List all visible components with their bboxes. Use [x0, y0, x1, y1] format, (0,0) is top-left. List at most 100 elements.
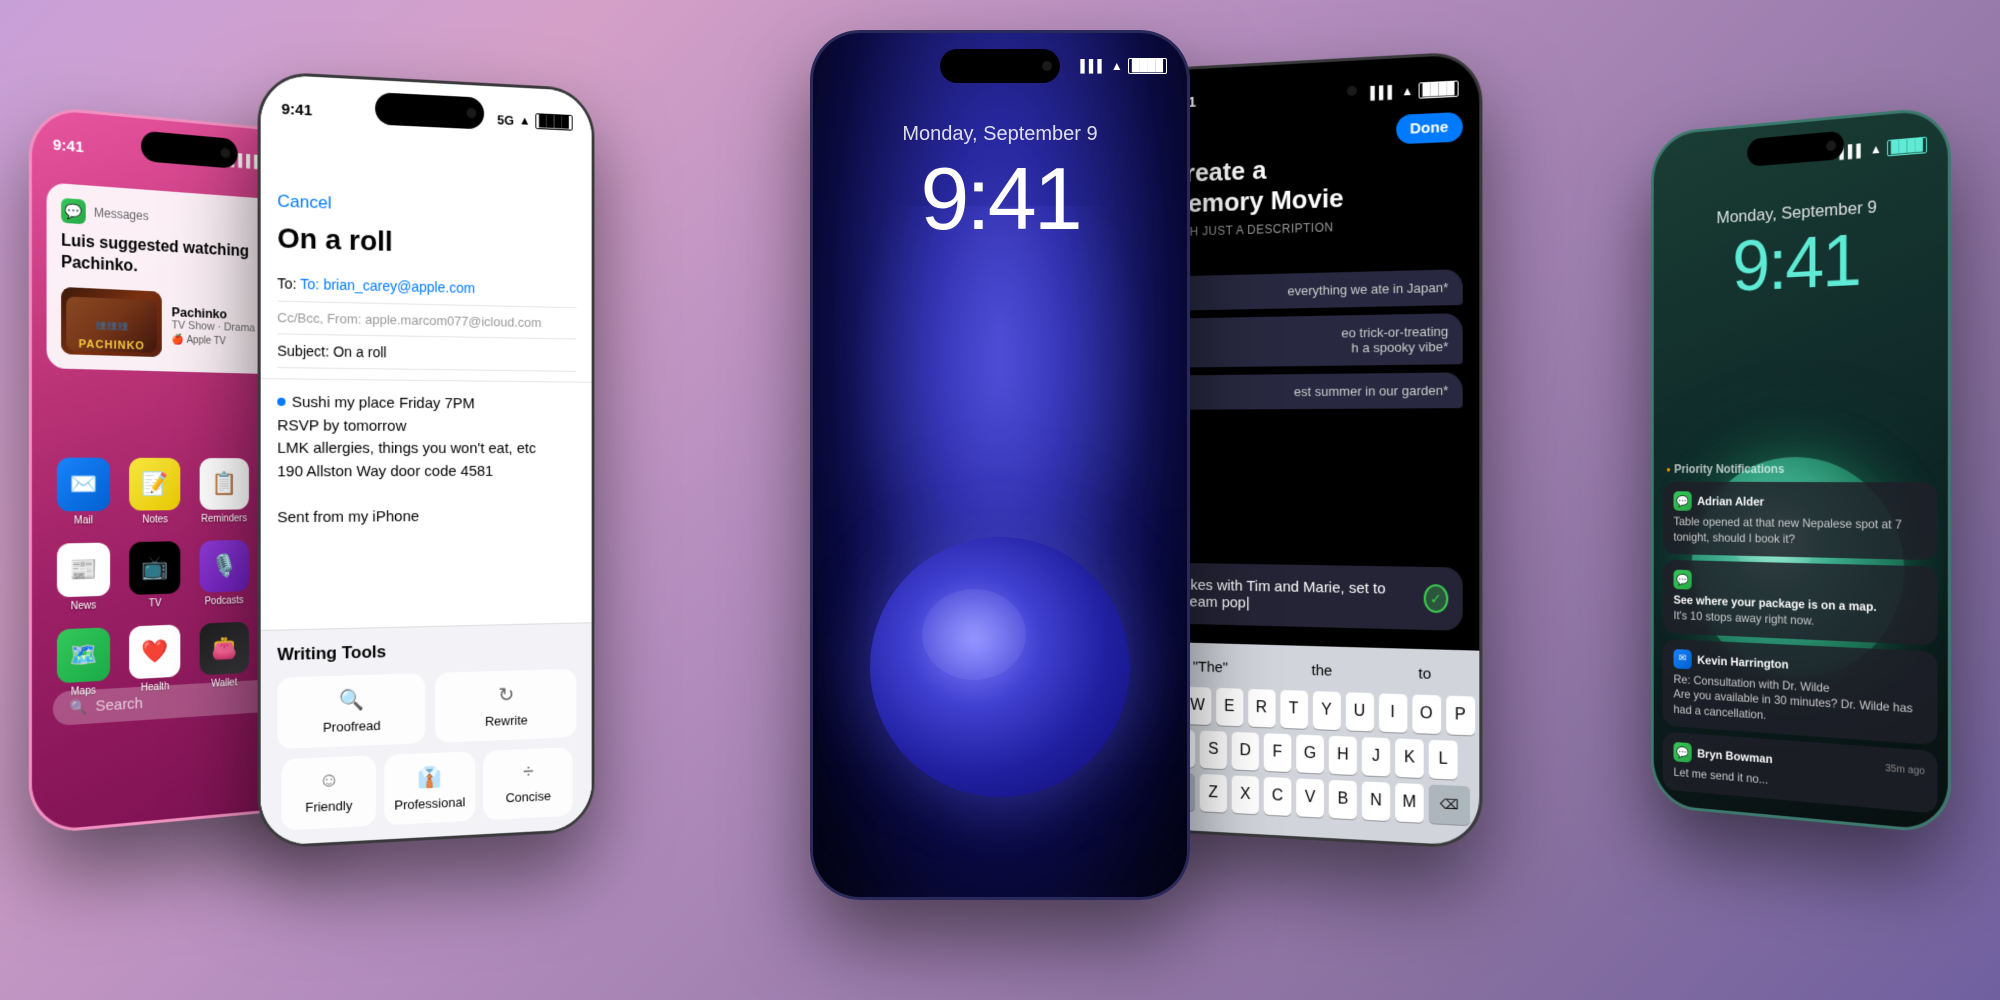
- memory-input-area: Hikes with Tim and Marie, set to dream p…: [1164, 563, 1463, 641]
- writing-tools-grid: 🔍 Proofread ↻ Rewrite: [277, 669, 576, 749]
- concise-button[interactable]: ÷ Concise: [483, 747, 572, 820]
- key-z[interactable]: Z: [1200, 774, 1227, 813]
- status-icons-4: ▌▌▌ ▲ ████: [1370, 80, 1458, 101]
- key-y[interactable]: Y: [1312, 691, 1340, 730]
- notes-label: Notes: [142, 514, 168, 525]
- camera-dot-4: [1347, 86, 1357, 97]
- power-btn-2[interactable]: [593, 282, 595, 336]
- key-o[interactable]: O: [1412, 694, 1441, 734]
- rewrite-button[interactable]: ↻ Rewrite: [435, 669, 577, 743]
- key-b[interactable]: B: [1329, 780, 1357, 820]
- pachinko-image: 👥👥👥 PACHINKO: [61, 286, 162, 356]
- input-row: Hikes with Tim and Marie, set to dream p…: [1177, 577, 1448, 617]
- app-podcasts[interactable]: 🎙️ Podcasts: [199, 540, 248, 608]
- health-icon: ❤️: [129, 624, 180, 679]
- status-icons-2: 5G ▲ ████: [497, 111, 572, 130]
- email-line-3: LMK allergies, things you won't eat, etc: [277, 438, 576, 461]
- message-2: See where your package is on a map.It's …: [1674, 593, 1925, 634]
- key-m[interactable]: M: [1395, 783, 1424, 823]
- memory-input-box[interactable]: Hikes with Tim and Marie, set to dream p…: [1164, 563, 1463, 631]
- app-tv[interactable]: 📺 TV: [129, 541, 180, 610]
- battery-4: ████: [1418, 80, 1458, 98]
- key-c[interactable]: C: [1264, 777, 1291, 816]
- tv-label: TV: [149, 598, 162, 610]
- volume-down-btn[interactable]: [29, 343, 31, 380]
- cancel-button[interactable]: Cancel: [277, 191, 576, 222]
- checkmark-btn[interactable]: ✓: [1423, 584, 1448, 613]
- key-v[interactable]: V: [1296, 778, 1324, 817]
- suggestion-1[interactable]: "The": [1181, 654, 1239, 680]
- volume-down-btn-5[interactable]: [1949, 317, 1951, 350]
- rewrite-icon: ↻: [498, 682, 514, 707]
- dynamic-island-4: [1256, 74, 1365, 111]
- key-h[interactable]: H: [1329, 736, 1357, 775]
- suggestion-3[interactable]: to: [1406, 661, 1443, 688]
- key-t[interactable]: T: [1280, 690, 1308, 729]
- notifications-area: ● Priority Notifications 💬 Adrian Alder …: [1663, 462, 1938, 820]
- friendly-button[interactable]: ☺ Friendly: [281, 755, 375, 830]
- phone-blue-screen: ▌▌▌ ▲ ████ Monday, September 9 9:41: [813, 33, 1187, 897]
- volume-up-btn[interactable]: [29, 296, 31, 333]
- volume-up-btn-2[interactable]: [258, 258, 260, 294]
- key-x[interactable]: X: [1232, 775, 1259, 814]
- phones-container: 9:41 ▌▌▌▌ ▲ ████ 💬 Messages Luis suggest…: [0, 0, 2000, 1000]
- signal-4: ▌▌▌: [1370, 85, 1396, 100]
- professional-button[interactable]: 👔 Professional: [384, 751, 476, 825]
- suggestion-2[interactable]: the: [1300, 658, 1345, 684]
- email-cc-field[interactable]: Cc/Bcc, From: apple.marcom077@icloud.com: [277, 302, 576, 340]
- professional-icon: 👔: [418, 764, 443, 790]
- phone-blue-center: ▌▌▌ ▲ ████ Monday, September 9 9:41: [810, 30, 1190, 900]
- email-line-1: Sushi my place Friday 7PM: [277, 392, 576, 417]
- email-body[interactable]: Sushi my place Friday 7PM RSVP by tomorr…: [261, 379, 592, 542]
- friendly-icon: ☺: [318, 769, 339, 793]
- battery-icon-2: ████: [535, 113, 572, 131]
- volume-down-btn-2[interactable]: [258, 304, 260, 340]
- wifi-3: ▲: [1111, 59, 1123, 73]
- chat-bubbles: everything we ate in Japan* eo trick-or-…: [1148, 269, 1479, 418]
- writing-tools-section: Writing Tools 🔍 Proofread ↻ Rewrite: [261, 622, 592, 846]
- key-g[interactable]: G: [1296, 734, 1324, 773]
- key-delete[interactable]: ⌫: [1429, 784, 1470, 825]
- app-mail[interactable]: ✉️ Mail: [57, 458, 110, 527]
- key-s[interactable]: S: [1200, 731, 1227, 770]
- camera-dot-5: [1826, 140, 1836, 151]
- power-btn-5[interactable]: [1651, 305, 1653, 353]
- writing-tools-title: Writing Tools: [277, 637, 576, 665]
- key-n[interactable]: N: [1362, 781, 1390, 821]
- notif-card-2[interactable]: 💬 See where your package is on a map.It'…: [1663, 560, 1938, 645]
- sender-1: Adrian Alder: [1697, 495, 1925, 511]
- msg-icon-4: 💬: [1674, 742, 1692, 763]
- phone-ai: 9:41 ▌▌▌ ▲ ████ Done Create a Memory Mov…: [1146, 51, 1483, 850]
- messages-app-icon: 💬: [61, 198, 86, 224]
- volume-up-btn-4[interactable]: [1480, 238, 1482, 274]
- key-u[interactable]: U: [1345, 692, 1373, 731]
- done-button[interactable]: Done: [1396, 112, 1463, 144]
- key-k[interactable]: K: [1395, 738, 1424, 778]
- mail-label: Mail: [74, 515, 93, 527]
- key-i[interactable]: I: [1378, 693, 1406, 732]
- key-f[interactable]: F: [1264, 733, 1291, 772]
- app-reminders[interactable]: 📋 Reminders: [199, 458, 248, 525]
- chat-bubble-1: everything we ate in Japan*: [1164, 269, 1463, 311]
- key-p[interactable]: P: [1446, 696, 1475, 736]
- app-notes[interactable]: 📝 Notes: [129, 458, 180, 526]
- volume-down-btn-4[interactable]: [1480, 284, 1482, 320]
- concise-label: Concise: [506, 788, 551, 805]
- notif-card-1[interactable]: 💬 Adrian Alder Table opened at that new …: [1663, 482, 1938, 561]
- proofread-button[interactable]: 🔍 Proofread: [277, 673, 425, 749]
- volume-up-btn-5[interactable]: [1949, 275, 1951, 309]
- app-news[interactable]: 📰 News: [57, 543, 110, 613]
- key-d[interactable]: D: [1232, 732, 1259, 771]
- writing-tools-row2: ☺ Friendly 👔 Professional ÷ Concise: [277, 747, 576, 831]
- key-l[interactable]: L: [1429, 740, 1458, 780]
- key-j[interactable]: J: [1362, 737, 1390, 777]
- email-sent-from: Sent from my iPhone: [277, 505, 576, 530]
- key-r[interactable]: R: [1248, 689, 1275, 728]
- email-subject-field[interactable]: Subject: On a roll: [277, 334, 576, 371]
- key-e[interactable]: E: [1216, 688, 1243, 727]
- camera-dot-3: [1042, 61, 1052, 71]
- concise-icon: ÷: [523, 761, 534, 784]
- notif-card-4[interactable]: 💬 Bryn Bowman 35m ago Let me send it no.…: [1663, 732, 1938, 814]
- blue-orb: [870, 537, 1130, 797]
- notif-card-3[interactable]: ✉ Kevin Harrington Re: Consultation with…: [1663, 638, 1938, 745]
